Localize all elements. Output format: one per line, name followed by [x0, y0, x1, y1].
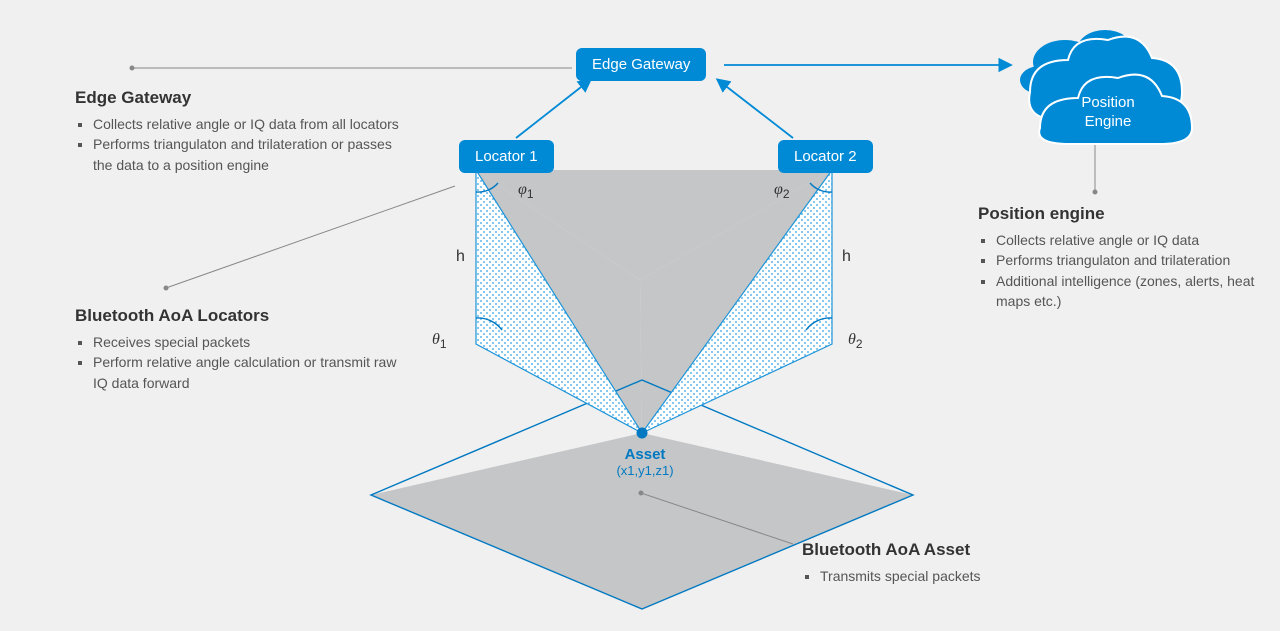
locator-2-node: Locator 2	[778, 140, 873, 173]
edge-gateway-node: Edge Gateway	[576, 48, 706, 81]
asset-block: Bluetooth AoA Asset Transmits special pa…	[802, 540, 981, 586]
edge-gateway-bullet: Collects relative angle or IQ data from …	[93, 114, 405, 134]
locator-1-node: Locator 1	[459, 140, 554, 173]
theta1-label: θ1	[432, 330, 447, 351]
theta2-label: θ2	[848, 330, 863, 351]
asset-label: Asset (x1,y1,z1)	[600, 446, 690, 478]
h-left-label: h	[456, 248, 465, 266]
asset-bullet: Transmits special packets	[820, 566, 981, 586]
phi2-label: φ2	[774, 180, 790, 201]
locators-bullet: Perform relative angle calculation or tr…	[93, 352, 405, 393]
edge-gateway-bullet: Performs triangulaton and trilateration …	[93, 134, 405, 175]
edge-gateway-title: Edge Gateway	[75, 88, 405, 108]
phi1-label: φ1	[518, 180, 534, 201]
edge-gateway-block: Edge Gateway Collects relative angle or …	[75, 88, 405, 175]
locators-block: Bluetooth AoA Locators Receives special …	[75, 306, 405, 393]
position-bullet: Collects relative angle or IQ data	[996, 230, 1280, 250]
position-engine-block: Position engine Collects relative angle …	[978, 204, 1280, 311]
position-title: Position engine	[978, 204, 1280, 224]
position-bullet: Additional intelligence (zones, alerts, …	[996, 271, 1280, 312]
cloud-label: Position Engine	[1068, 94, 1148, 132]
asset-block-title: Bluetooth AoA Asset	[802, 540, 981, 560]
locators-bullet: Receives special packets	[93, 332, 405, 352]
locators-title: Bluetooth AoA Locators	[75, 306, 405, 326]
position-bullet: Performs triangulaton and trilateration	[996, 250, 1280, 270]
h-right-label: h	[842, 248, 851, 266]
